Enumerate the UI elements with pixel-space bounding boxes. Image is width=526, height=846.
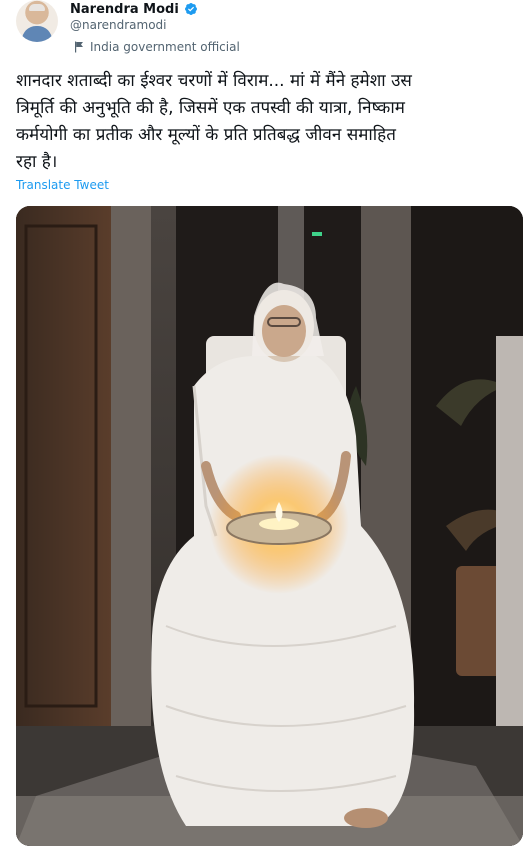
translate-tweet-link[interactable]: Translate Tweet	[16, 178, 109, 192]
flag-icon	[75, 41, 83, 53]
affiliation-label: India government official	[74, 40, 240, 54]
avatar-hair	[29, 4, 45, 11]
avatar-shoulders	[22, 26, 52, 42]
tweet-text: शानदार शताब्दी का ईश्वर चरणों में विराम.…	[16, 68, 516, 176]
affiliation-text: India government official	[90, 40, 240, 54]
tweet-photo[interactable]	[16, 206, 523, 846]
tweet-text-line: शानदार शताब्दी का ईश्वर चरणों में विराम.…	[16, 71, 412, 91]
avatar[interactable]	[16, 0, 58, 42]
verified-badge-icon	[184, 3, 197, 15]
tweet-text-line: रहा है।	[16, 152, 58, 172]
tweet-text-line: त्रिमूर्ति की अनुभूति की है, जिसमें एक त…	[16, 98, 405, 118]
author-name-row[interactable]: Narendra Modi	[70, 0, 198, 18]
tweet-header: Narendra Modi @narendramodi India govern…	[0, 0, 526, 60]
photo-illustration	[16, 206, 523, 846]
author-handle[interactable]: @narendramodi	[70, 18, 167, 32]
tweet-text-line: कर्मयोगी का प्रतीक और मूल्यों के प्रति प…	[16, 125, 396, 145]
author-name[interactable]: Narendra Modi	[70, 2, 179, 17]
